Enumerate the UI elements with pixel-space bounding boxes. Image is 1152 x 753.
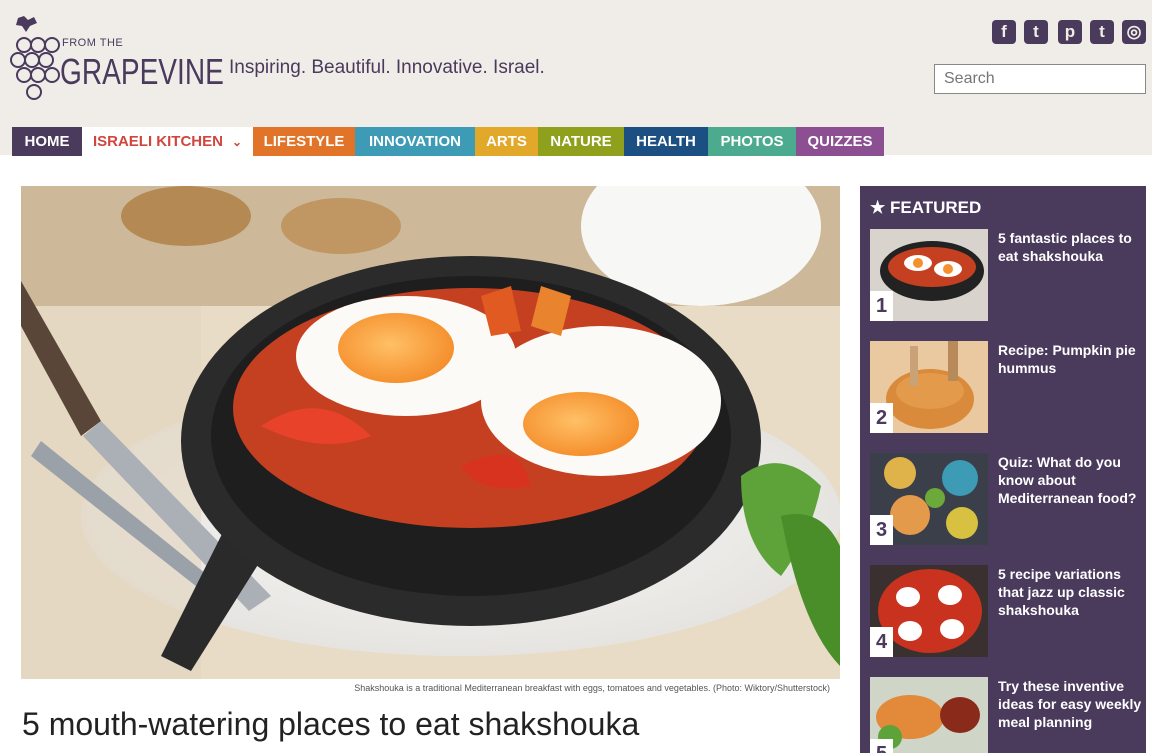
nav-lifestyle[interactable]: LIFESTYLE (253, 127, 355, 156)
featured-title[interactable]: 5 recipe variations that jazz up classic… (998, 565, 1144, 619)
featured-item[interactable]: 3 Quiz: What do you know about Mediterra… (870, 453, 1140, 545)
featured-title[interactable]: Try these inventive ideas for easy weekl… (998, 677, 1144, 731)
nav-lifestyle-label: LIFESTYLE (263, 133, 345, 150)
instagram-icon[interactable]: ◎ (1122, 20, 1146, 44)
hero-caption: Shakshouka is a traditional Mediterranea… (354, 683, 830, 693)
featured-number: 1 (870, 291, 893, 321)
tumblr-icon[interactable]: t (1090, 20, 1114, 44)
pinterest-icon[interactable]: p (1058, 20, 1082, 44)
nav-nature[interactable]: NATURE (538, 127, 624, 156)
star-icon: ★ (870, 198, 886, 217)
featured-title[interactable]: Recipe: Pumpkin pie hummus (998, 341, 1144, 377)
nav-quizzes-label: QUIZZES (807, 133, 873, 150)
featured-number: 2 (870, 403, 893, 433)
facebook-icon[interactable]: f (992, 20, 1016, 44)
logo-small-text: FROM THE (62, 37, 124, 49)
featured-item[interactable]: 1 5 fantastic places to eat shakshouka (870, 229, 1140, 321)
featured-heading-label: FEATURED (889, 198, 982, 217)
chevron-down-icon: ⌄ (231, 135, 243, 149)
featured-number: 4 (870, 627, 893, 657)
nav-home-label: HOME (24, 133, 70, 150)
nav-home[interactable]: HOME (12, 127, 82, 156)
tagline: Inspiring. Beautiful. Innovative. Israel… (229, 57, 545, 78)
nav-israeli-kitchen-label: ISRAELI KITCHEN (92, 133, 223, 150)
featured-sidebar: ★ FEATURED 1 5 fantastic places to eat s… (860, 186, 1146, 753)
nav-innovation-label: INNOVATION (369, 133, 461, 150)
featured-heading: ★ FEATURED (870, 198, 981, 218)
nav-photos-label: PHOTOS (720, 133, 784, 150)
nav-photos[interactable]: PHOTOS (708, 127, 796, 156)
featured-title[interactable]: Quiz: What do you know about Mediterrane… (998, 453, 1144, 507)
nav-innovation[interactable]: INNOVATION (355, 127, 475, 156)
nav-nature-label: NATURE (550, 133, 612, 150)
nav-arts-label: ARTS (486, 133, 527, 150)
featured-item[interactable]: 5 Try these inventive ideas for easy wee… (870, 677, 1141, 753)
hero-image (21, 186, 840, 679)
featured-item[interactable]: 4 5 recipe variations that jazz up class… (870, 565, 1140, 657)
site-logo[interactable]: FROM THE GRAPEVINE (10, 14, 224, 106)
search-input[interactable] (934, 64, 1146, 94)
article-title: 5 mouth-watering places to eat shakshouk… (22, 706, 640, 742)
twitter-icon[interactable]: t (1024, 20, 1048, 44)
nav-quizzes[interactable]: QUIZZES (796, 127, 884, 156)
nav-israeli-kitchen[interactable]: ISRAELI KITCHEN ⌄ (82, 127, 253, 156)
nav-health[interactable]: HEALTH (624, 127, 708, 156)
logo-big-text: GRAPEVINE (60, 51, 224, 92)
featured-item[interactable]: 2 Recipe: Pumpkin pie hummus (870, 341, 1140, 433)
nav-health-label: HEALTH (636, 133, 696, 150)
featured-number: 3 (870, 515, 893, 545)
featured-number: 5 (870, 739, 893, 753)
featured-title[interactable]: 5 fantastic places to eat shakshouka (998, 229, 1144, 265)
nav-arts[interactable]: ARTS (475, 127, 538, 156)
